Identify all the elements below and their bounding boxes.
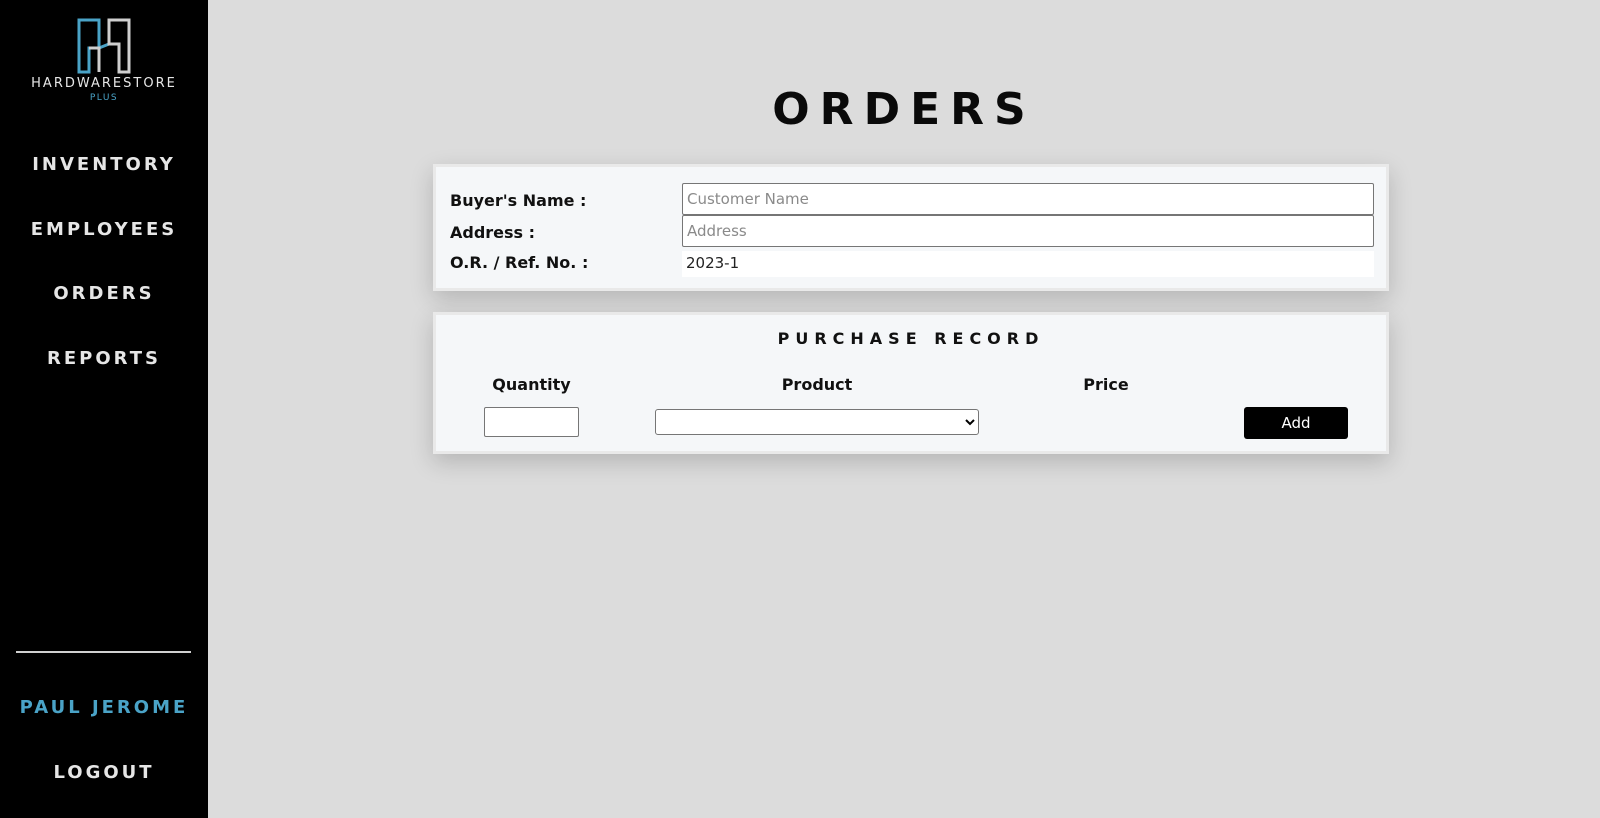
sidebar-divider (16, 651, 191, 653)
add-button[interactable]: Add (1244, 407, 1348, 439)
sidebar-item-employees[interactable]: EMPLOYEES (0, 219, 208, 240)
sidebar-item-orders[interactable]: ORDERS (0, 283, 208, 304)
address-label: Address : (450, 223, 536, 242)
user-name: PAUL JEROME (19, 697, 189, 718)
ref-number-label: O.R. / Ref. No. : (450, 253, 589, 272)
buyer-name-label: Buyer's Name : (450, 191, 587, 210)
brand-tagline: PLUS (89, 93, 119, 103)
sidebar-item-reports[interactable]: REPORTS (0, 348, 208, 369)
order-info-card: Buyer's Name : Address : O.R. / Ref. No.… (433, 164, 1389, 291)
sidebar-item-inventory[interactable]: INVENTORY (0, 154, 208, 175)
price-column-header: Price (1083, 375, 1129, 394)
buyer-name-input[interactable] (682, 183, 1374, 215)
hardwarestore-h-logo-icon (77, 18, 131, 74)
product-column-header: Product (781, 375, 853, 394)
quantity-column-header: Quantity (492, 375, 571, 394)
sidebar: HARDWARESTORE PLUS INVENTORY EMPLOYEES O… (0, 0, 208, 818)
logout-link[interactable]: LOGOUT (0, 762, 208, 783)
purchase-record-title: PURCHASE RECORD (777, 329, 1045, 348)
brand-name: HARDWARESTORE (31, 76, 177, 91)
ref-number-value: 2023-1 (682, 251, 1374, 277)
page-title: ORDERS (772, 84, 1036, 135)
quantity-input[interactable] (484, 407, 579, 437)
brand-logo: HARDWARESTORE PLUS (0, 18, 208, 103)
address-input[interactable] (682, 215, 1374, 247)
purchase-record-card: PURCHASE RECORD Quantity Product Price A… (433, 312, 1389, 454)
product-select[interactable] (655, 409, 979, 435)
